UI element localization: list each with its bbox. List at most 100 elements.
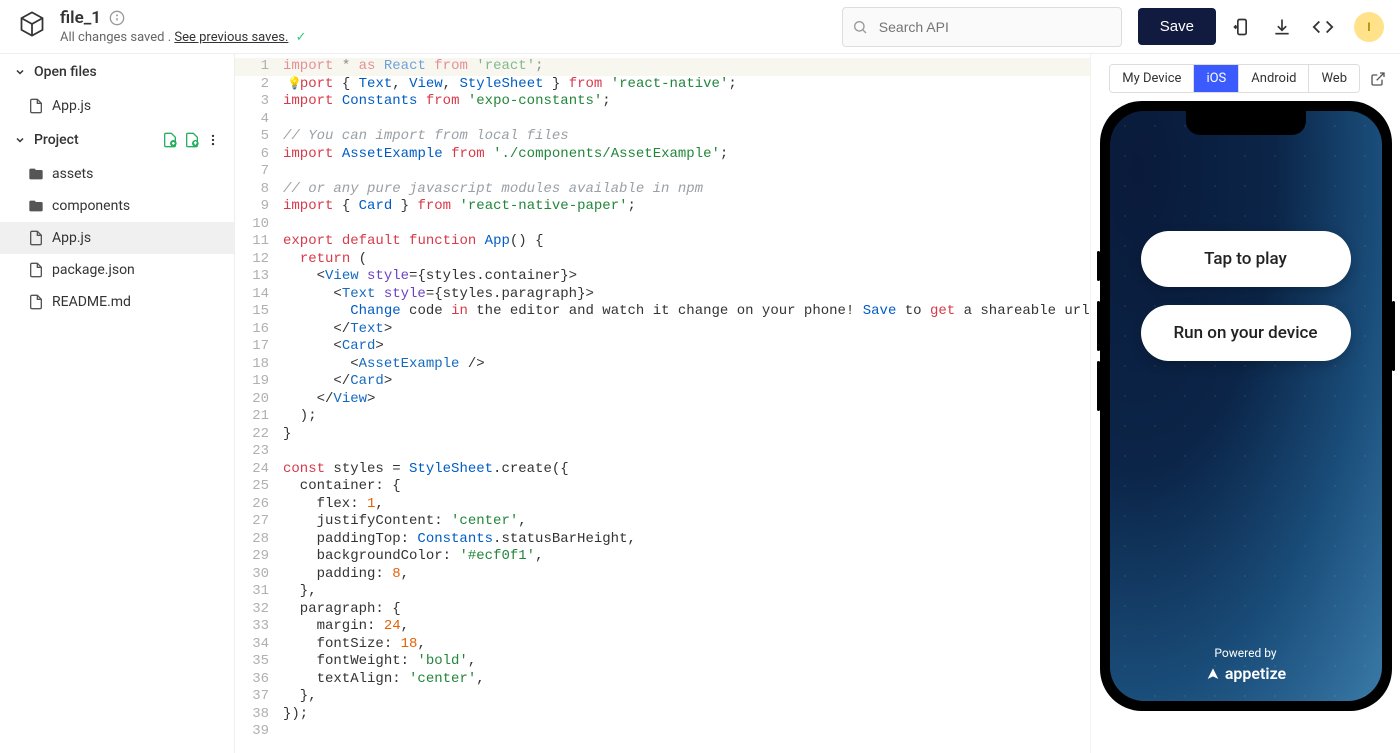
code-content: paragraph: { [283, 601, 1090, 619]
code-line[interactable]: 34 fontSize: 18, [235, 636, 1090, 654]
line-number: 17 [235, 338, 283, 356]
code-line[interactable]: 21 ); [235, 408, 1090, 426]
code-line[interactable]: 6import AssetExample from './components/… [235, 146, 1090, 164]
code-line[interactable]: 18 <AssetExample /> [235, 356, 1090, 374]
code-editor[interactable]: 💡 1import * as React from 'react';2 port… [235, 54, 1090, 753]
device-tab-android[interactable]: Android [1238, 65, 1308, 92]
code-line[interactable]: 39 [235, 723, 1090, 741]
code-line[interactable]: 10 [235, 216, 1090, 234]
code-line[interactable]: 27 justifyContent: 'center', [235, 513, 1090, 531]
download-icon[interactable] [1272, 17, 1292, 37]
line-number: 20 [235, 391, 283, 409]
line-number: 32 [235, 601, 283, 619]
code-line[interactable]: 17 <Card> [235, 338, 1090, 356]
code-line[interactable]: 3import Constants from 'expo-constants'; [235, 93, 1090, 111]
file-name: components [52, 198, 130, 214]
open-file-item[interactable]: App.js [0, 90, 234, 122]
popout-icon[interactable] [1370, 71, 1386, 87]
code-line[interactable]: 7 [235, 163, 1090, 181]
code-content [283, 163, 1090, 181]
code-line[interactable]: 37 }, [235, 688, 1090, 706]
line-number: 9 [235, 198, 283, 216]
info-icon[interactable] [109, 10, 125, 26]
line-number: 2 [235, 76, 283, 94]
code-line[interactable]: 9import { Card } from 'react-native-pape… [235, 198, 1090, 216]
code-line[interactable]: 13 <View style={styles.container}> [235, 268, 1090, 286]
project-item[interactable]: package.json [0, 254, 234, 286]
project-header[interactable]: Project [0, 122, 234, 158]
code-line[interactable]: 2 port { Text, View, StyleSheet } from '… [235, 76, 1090, 94]
check-icon: ✓ [296, 30, 307, 45]
code-content: paddingTop: Constants.statusBarHeight, [283, 531, 1090, 549]
code-line[interactable]: 4 [235, 111, 1090, 129]
save-button[interactable]: Save [1138, 8, 1216, 45]
code-content: </Card> [283, 373, 1090, 391]
line-number: 33 [235, 618, 283, 636]
project-item[interactable]: App.js [0, 222, 234, 254]
import-file-icon[interactable] [184, 132, 200, 148]
code-content: // You can import from local files [283, 128, 1090, 146]
project-item[interactable]: components [0, 190, 234, 222]
code-content: <View style={styles.container}> [283, 268, 1090, 286]
search-input[interactable] [842, 7, 1122, 47]
line-number: 25 [235, 478, 283, 496]
code-line[interactable]: 25 container: { [235, 478, 1090, 496]
avatar[interactable]: I [1354, 12, 1384, 42]
code-line[interactable]: 23 [235, 443, 1090, 461]
code-content: </Text> [283, 321, 1090, 339]
code-line[interactable]: 1import * as React from 'react'; [235, 58, 1090, 76]
phone-notch [1186, 111, 1306, 135]
code-content: }, [283, 688, 1090, 706]
embed-code-icon[interactable] [1312, 16, 1334, 38]
code-content: <AssetExample /> [283, 356, 1090, 374]
project-item[interactable]: README.md [0, 286, 234, 318]
device-export-icon[interactable] [1232, 17, 1252, 37]
phone-action-button[interactable]: Run on your device [1141, 305, 1351, 361]
code-line[interactable]: 15 Change code in the editor and watch i… [235, 303, 1090, 321]
device-tab-ios[interactable]: iOS [1193, 65, 1238, 92]
more-icon[interactable] [206, 133, 220, 147]
code-line[interactable]: 22} [235, 426, 1090, 444]
code-line[interactable]: 28 paddingTop: Constants.statusBarHeight… [235, 531, 1090, 549]
device-tab-my-device[interactable]: My Device [1110, 65, 1193, 92]
previous-saves-link[interactable]: See previous saves. [174, 30, 288, 45]
open-files-header[interactable]: Open files [0, 54, 234, 90]
powered-by: Powered by appetize [1110, 646, 1382, 683]
project-item[interactable]: assets [0, 158, 234, 190]
code-content: import Constants from 'expo-constants'; [283, 93, 1090, 111]
line-number: 10 [235, 216, 283, 234]
line-number: 29 [235, 548, 283, 566]
code-line[interactable]: 8// or any pure javascript modules avail… [235, 181, 1090, 199]
code-line[interactable]: 14 <Text style={styles.paragraph}> [235, 286, 1090, 304]
code-line[interactable]: 36 textAlign: 'center', [235, 671, 1090, 689]
code-line[interactable]: 24const styles = StyleSheet.create({ [235, 461, 1090, 479]
code-line[interactable]: 35 fontWeight: 'bold', [235, 653, 1090, 671]
code-line[interactable]: 29 backgroundColor: '#ecf0f1', [235, 548, 1090, 566]
code-line[interactable]: 32 paragraph: { [235, 601, 1090, 619]
code-line[interactable]: 5// You can import from local files [235, 128, 1090, 146]
code-line[interactable]: 38}); [235, 706, 1090, 724]
code-line[interactable]: 26 flex: 1, [235, 496, 1090, 514]
sidebar: Open files App.js Project assets componen… [0, 54, 235, 753]
phone-action-button[interactable]: Tap to play [1141, 231, 1351, 287]
code-content: flex: 1, [283, 496, 1090, 514]
code-line[interactable]: 19 </Card> [235, 373, 1090, 391]
lightbulb-icon[interactable]: 💡 [287, 76, 302, 90]
line-number: 35 [235, 653, 283, 671]
line-number: 34 [235, 636, 283, 654]
header-left: file_1 All changes saved . See previous … [16, 8, 307, 45]
phone-screen: Tap to play Run on your device Powered by… [1110, 111, 1382, 701]
code-content: export default function App() { [283, 233, 1090, 251]
code-content: textAlign: 'center', [283, 671, 1090, 689]
code-line[interactable]: 12 return ( [235, 251, 1090, 269]
code-line[interactable]: 31 }, [235, 583, 1090, 601]
device-tab-web[interactable]: Web [1308, 65, 1359, 92]
code-line[interactable]: 16 </Text> [235, 321, 1090, 339]
line-number: 39 [235, 723, 283, 741]
snack-logo-icon[interactable] [16, 8, 48, 40]
code-line[interactable]: 30 padding: 8, [235, 566, 1090, 584]
code-line[interactable]: 20 </View> [235, 391, 1090, 409]
code-line[interactable]: 11export default function App() { [235, 233, 1090, 251]
code-line[interactable]: 33 margin: 24, [235, 618, 1090, 636]
new-file-icon[interactable] [162, 132, 178, 148]
